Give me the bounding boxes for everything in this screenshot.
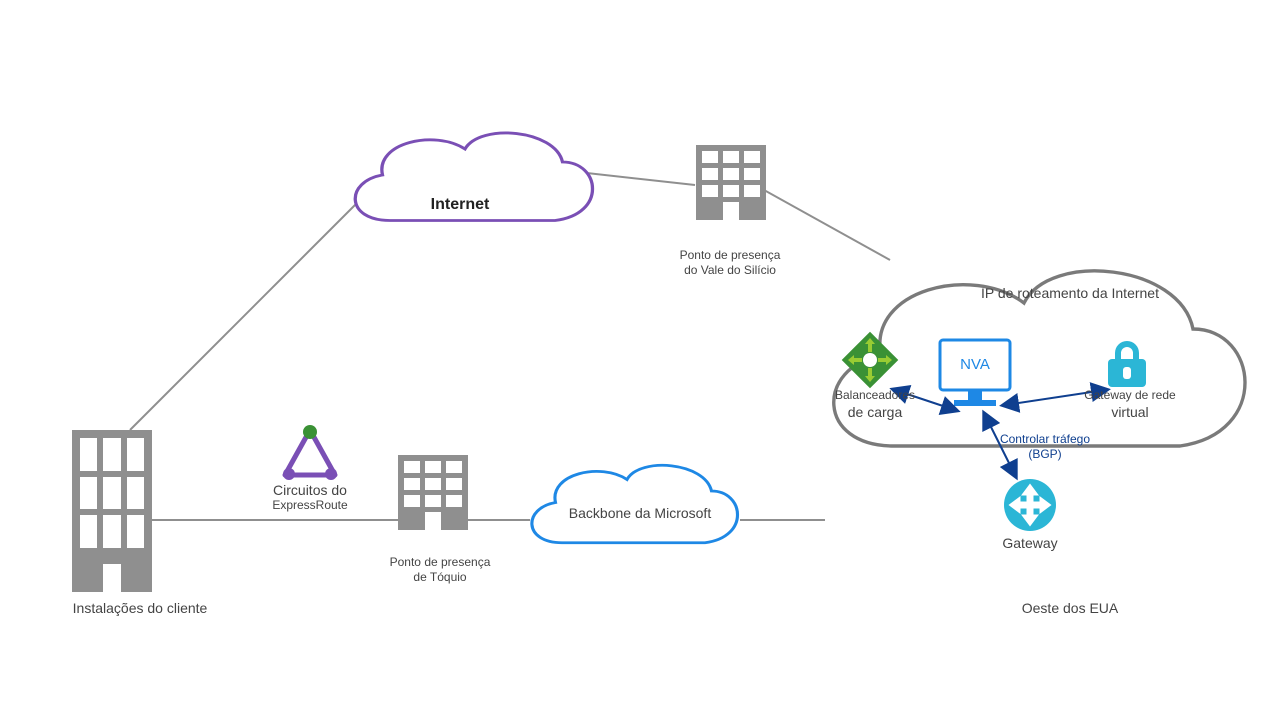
customer-premises-label: Instalações do cliente xyxy=(50,600,230,617)
vng-label-2: virtual xyxy=(1070,404,1190,421)
vng-label-1: Gateway de rede xyxy=(1070,388,1190,402)
pop-tokyo-label-1: Ponto de presença xyxy=(370,555,510,569)
expressroute-label-1: Circuitos do xyxy=(255,482,365,499)
big-cloud-title-label: IP de roteamento da Internet xyxy=(940,285,1200,302)
pop-sv-label-1: Ponto de presença xyxy=(650,248,810,262)
lb-label-1: Balanceadores xyxy=(825,388,925,402)
pop-sv-label-2: do Vale do Silício xyxy=(650,263,810,277)
pop-tokyo-building-icon xyxy=(398,455,468,530)
region-label: Oeste dos EUA xyxy=(990,600,1150,617)
expressroute-label-2: ExpressRoute xyxy=(255,498,365,512)
ctrl-label-2: (BGP) xyxy=(985,447,1105,461)
internet-label: Internet xyxy=(400,195,520,214)
gateway-label: Gateway xyxy=(990,535,1070,552)
pop-tokyo-label-2: de Tóquio xyxy=(370,570,510,584)
nva-label: NVA xyxy=(950,356,1000,374)
ctrl-label-1: Controlar tráfego xyxy=(985,432,1105,446)
lb-label-2: de carga xyxy=(825,404,925,421)
connector-lines xyxy=(130,170,890,520)
customer-building-icon xyxy=(72,430,152,592)
pop-sv-building-icon xyxy=(696,145,766,220)
diagram-stage: Instalações do cliente Internet Circuito… xyxy=(0,0,1280,720)
gateway-router-icon xyxy=(1004,479,1056,531)
expressroute-icon xyxy=(283,425,337,480)
ms-backbone-label: Backbone da Microsoft xyxy=(545,505,735,522)
